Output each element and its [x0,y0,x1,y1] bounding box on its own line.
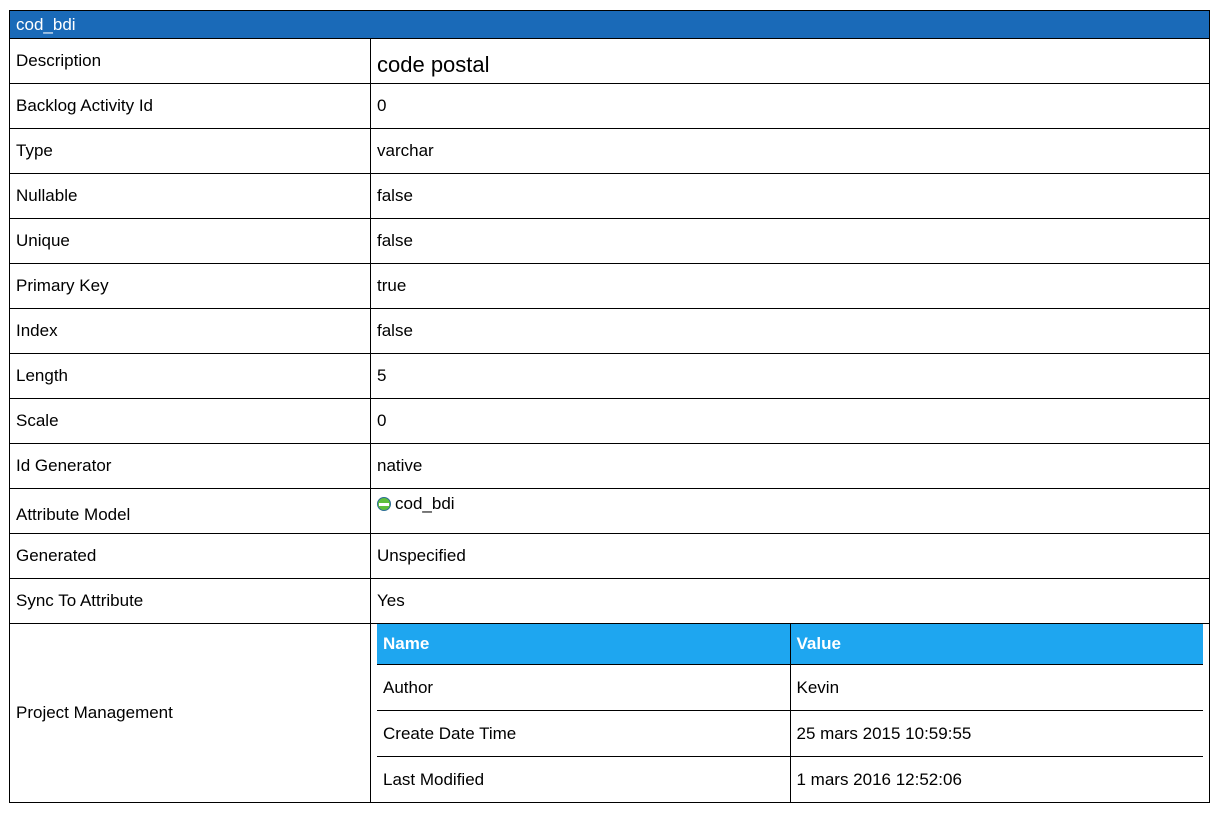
row-label-unique: Unique [9,218,371,264]
row-value-index: false [370,308,1210,354]
pm-name-author: Author [377,664,791,711]
row-value-backlog-activity-id: 0 [370,83,1210,129]
table-row: Author Kevin [377,664,1203,711]
row-label-description: Description [9,38,371,84]
row-value-length: 5 [370,353,1210,399]
row-value-type: varchar [370,128,1210,174]
pm-value-create-date-time: 25 mars 2015 10:59:55 [789,710,1203,757]
row-value-unique: false [370,218,1210,264]
row-value-primary-key: true [370,263,1210,309]
row-label-id-generator: Id Generator [9,443,371,489]
table-row: Create Date Time 25 mars 2015 10:59:55 [377,710,1203,757]
row-label-nullable: Nullable [9,173,371,219]
attribute-model-link[interactable]: cod_bdi [377,494,455,514]
attribute-model-value: cod_bdi [395,494,455,513]
project-management-cell: Name Value Author Kevin Create Date Time… [370,623,1210,803]
row-value-sync-to-attribute: Yes [370,578,1210,624]
row-label-primary-key: Primary Key [9,263,371,309]
row-label-length: Length [9,353,371,399]
project-management-table: Name Value Author Kevin Create Date Time… [377,624,1203,802]
row-value-generated: Unspecified [370,533,1210,579]
pm-name-create-date-time: Create Date Time [377,710,791,757]
row-label-sync-to-attribute: Sync To Attribute [9,578,371,624]
row-label-scale: Scale [9,398,371,444]
row-label-backlog-activity-id: Backlog Activity Id [9,83,371,129]
description-value: code postal [377,52,490,77]
row-value-id-generator: native [370,443,1210,489]
table-row: Last Modified 1 mars 2016 12:52:06 [377,756,1203,802]
row-label-type: Type [9,128,371,174]
row-label-project-management: Project Management [9,623,371,803]
row-value-scale: 0 [370,398,1210,444]
properties-panel: cod_bdi Description code postal Backlog … [9,10,1210,803]
row-label-generated: Generated [9,533,371,579]
row-value-attribute-model: cod_bdi [370,488,1210,534]
panel-title: cod_bdi [9,10,1210,39]
row-label-attribute-model: Attribute Model [9,488,371,534]
properties-table: cod_bdi Description code postal Backlog … [9,10,1210,803]
pm-header-name: Name [377,624,791,665]
pm-name-last-modified: Last Modified [377,756,791,802]
row-label-index: Index [9,308,371,354]
pm-value-author: Kevin [789,664,1203,711]
attribute-model-label: Attribute Model [16,505,131,524]
pm-header-value: Value [789,624,1203,665]
pm-value-last-modified: 1 mars 2016 12:52:06 [789,756,1203,802]
attribute-icon [377,497,391,511]
row-value-nullable: false [370,173,1210,219]
row-value-description: code postal [370,38,1210,84]
